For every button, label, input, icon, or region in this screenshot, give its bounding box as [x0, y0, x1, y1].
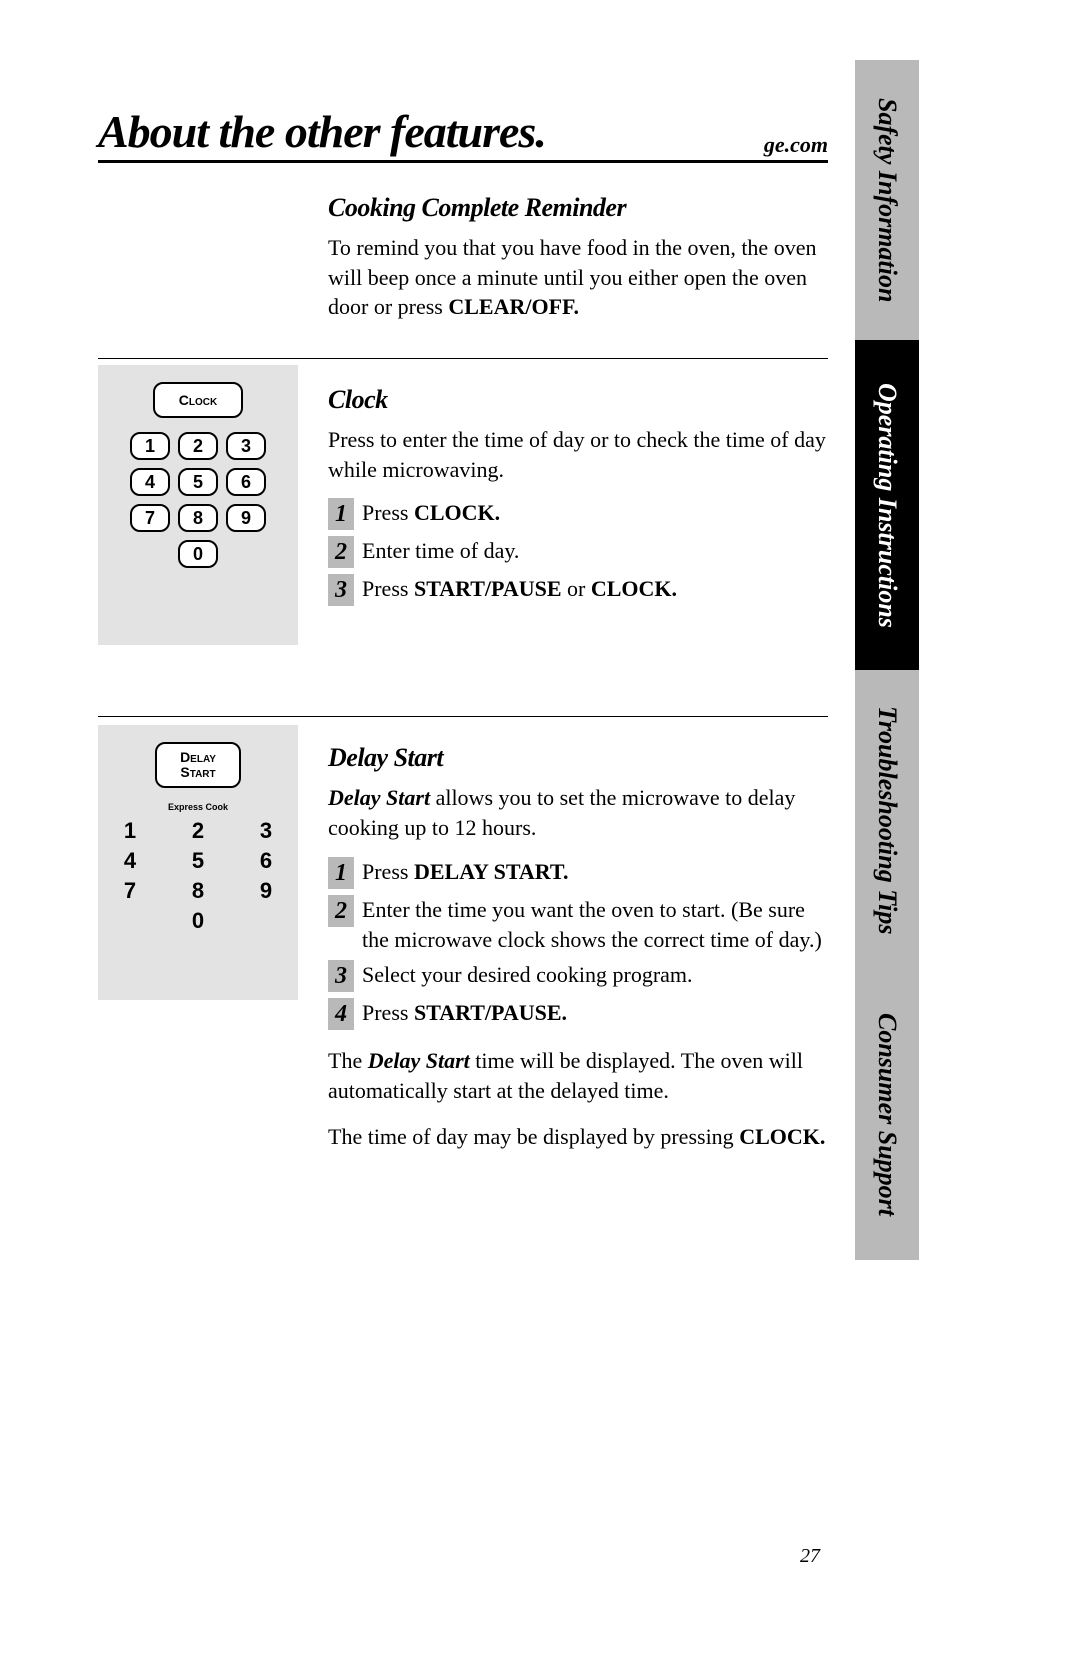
tab-safety[interactable]: Safety Information [855, 60, 919, 340]
digit-8: 8 [178, 504, 218, 532]
reminder-body: To remind you that you have food in the … [328, 233, 828, 322]
digit-5: 5 [173, 848, 223, 874]
digit-3: 3 [226, 432, 266, 460]
step-text: Enter the time you want the oven to star… [362, 895, 828, 954]
kw: START/PAUSE. [414, 1000, 567, 1025]
t: The time of day may be displayed by pres… [328, 1124, 739, 1149]
digit-6: 6 [241, 848, 291, 874]
site-link: ge.com [764, 132, 828, 158]
delay-label-b: Start [180, 764, 215, 780]
digit-6: 6 [226, 468, 266, 496]
t: The [328, 1048, 368, 1073]
clock-step-1: 1 Press CLOCK. [328, 498, 828, 530]
digits-grid: 1 2 3 4 5 6 7 8 9 0 [109, 432, 287, 568]
clock-kw: CLOCK. [414, 500, 500, 525]
digit-4: 4 [105, 848, 155, 874]
t: Press [362, 500, 414, 525]
page-number: 27 [800, 1545, 820, 1568]
digit-5: 5 [178, 468, 218, 496]
kw: Delay Start [328, 785, 430, 810]
step-number: 3 [328, 960, 354, 992]
delay-step-2: 2 Enter the time you want the oven to st… [328, 895, 828, 954]
step-text: Press CLOCK. [362, 498, 828, 528]
plain-digits-grid: 1 2 3 4 5 6 7 8 9 0 [109, 818, 287, 934]
delay-footer-1: The Delay Start time will be displayed. … [328, 1046, 828, 1105]
page-title: About the other features. [98, 105, 546, 158]
step-number: 4 [328, 998, 354, 1030]
digit-1: 1 [130, 432, 170, 460]
delay-step-3: 3 Select your desired cooking program. [328, 960, 828, 992]
step-number: 1 [328, 498, 354, 530]
delay-start-button: Delay Start [155, 742, 241, 788]
divider [98, 358, 828, 359]
tab-consumer[interactable]: Consumer Support [855, 970, 919, 1260]
clock-step-2: 2 Enter time of day. [328, 536, 828, 568]
digit-9: 9 [241, 878, 291, 904]
keypad-clock-illustration: Clock 1 2 3 4 5 6 7 8 9 0 [98, 365, 298, 645]
clear-off-label: CLEAR/OFF. [448, 294, 579, 319]
t: Press [362, 859, 414, 884]
step-text: Select your desired cooking program. [362, 960, 828, 990]
digit-7: 7 [105, 878, 155, 904]
title-bar: About the other features. ge.com [98, 105, 828, 163]
step-number: 3 [328, 574, 354, 606]
kw: START/PAUSE [414, 576, 562, 601]
step-text: Enter time of day. [362, 536, 828, 566]
kw: DELAY START. [414, 859, 569, 884]
digit-9: 9 [226, 504, 266, 532]
step-number: 2 [328, 536, 354, 568]
delay-step-1: 1 Press DELAY START. [328, 857, 828, 889]
digit-3: 3 [241, 818, 291, 844]
delay-heading: Delay Start [328, 743, 828, 773]
delay-step-4: 4 Press START/PAUSE. [328, 998, 828, 1030]
express-cook-label: Express Cook [109, 802, 287, 812]
delay-label-a: Delay [180, 749, 216, 765]
tab-troubleshooting[interactable]: Troubleshooting Tips [855, 670, 919, 970]
keypad-delay-illustration: Delay Start Express Cook 1 2 3 4 5 6 7 8… [98, 725, 298, 1000]
t: Press [362, 576, 414, 601]
t: or [562, 576, 591, 601]
digit-7: 7 [130, 504, 170, 532]
digit-1: 1 [105, 818, 155, 844]
digit-2: 2 [173, 818, 223, 844]
clock-heading: Clock [328, 385, 828, 415]
delay-footer-2: The time of day may be displayed by pres… [328, 1122, 828, 1152]
digit-2: 2 [178, 432, 218, 460]
clock-button: Clock [153, 382, 243, 418]
t: Press [362, 1000, 414, 1025]
digit-0: 0 [173, 908, 223, 934]
delay-intro: Delay Start allows you to set the microw… [328, 783, 828, 842]
digit-4: 4 [130, 468, 170, 496]
reminder-heading: Cooking Complete Reminder [328, 193, 828, 223]
section-delay: Delay Start Delay Start allows you to se… [328, 743, 828, 1151]
step-number: 2 [328, 895, 354, 927]
kw: CLOCK. [739, 1124, 825, 1149]
kw: CLOCK. [591, 576, 677, 601]
digit-8: 8 [173, 878, 223, 904]
step-text: Press START/PAUSE. [362, 998, 828, 1028]
clock-button-label: Clock [179, 393, 217, 407]
kw: Delay Start [368, 1048, 470, 1073]
tab-operating[interactable]: Operating Instructions [855, 340, 919, 670]
page-content: About the other features. ge.com Cooking… [98, 105, 828, 1151]
side-tabs: Safety Information Operating Instruction… [855, 60, 919, 1260]
clock-step-3: 3 Press START/PAUSE or CLOCK. [328, 574, 828, 606]
section-reminder: Cooking Complete Reminder To remind you … [328, 193, 828, 322]
step-number: 1 [328, 857, 354, 889]
section-clock: Clock Press to enter the time of day or … [328, 385, 828, 606]
divider [98, 716, 828, 717]
clock-intro: Press to enter the time of day or to che… [328, 425, 828, 484]
digit-0: 0 [178, 540, 218, 568]
step-text: Press START/PAUSE or CLOCK. [362, 574, 828, 604]
step-text: Press DELAY START. [362, 857, 828, 887]
